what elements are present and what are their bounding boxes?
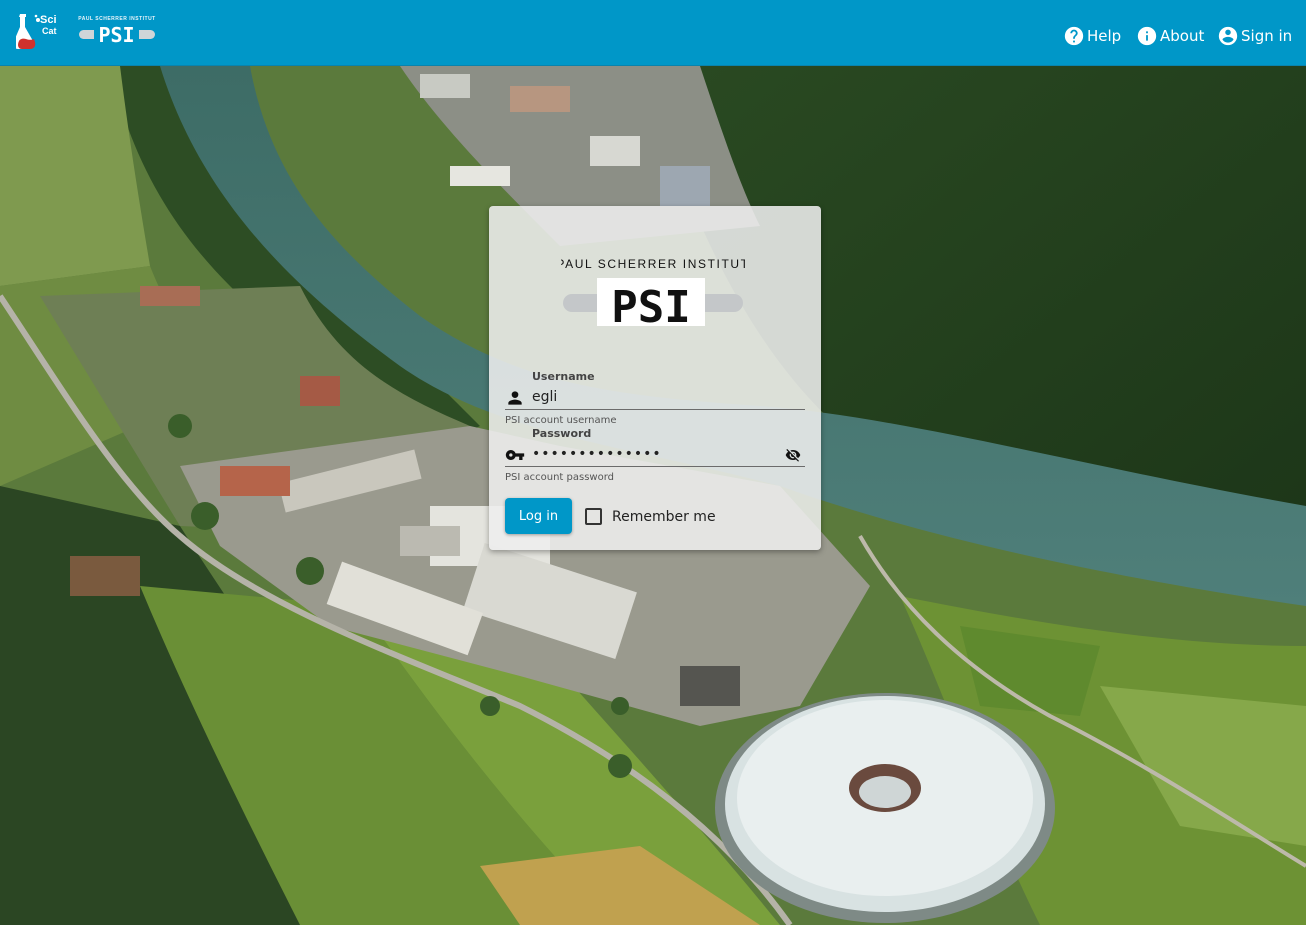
svg-text:PAUL SCHERRER INSTITUT: PAUL SCHERRER INSTITUT: [78, 16, 155, 22]
password-underline: [505, 466, 805, 467]
key-icon: [505, 450, 525, 460]
username-label: Username: [532, 370, 595, 383]
svg-text:PAUL SCHERRER INSTITUT: PAUL SCHERRER INSTITUT: [561, 258, 745, 271]
svg-text:PSI: PSI: [98, 23, 134, 47]
help-button[interactable]: Help: [1063, 22, 1121, 50]
info-circle-icon: [1137, 26, 1157, 46]
log-in-button[interactable]: Log in: [505, 498, 572, 534]
psi-logo: PAUL SCHERRER INSTITUT PSI: [561, 258, 745, 328]
username-input[interactable]: [532, 389, 772, 405]
app-toolbar: Sci Cat PAUL SCHERRER INSTITUT PSI Help …: [0, 0, 1306, 66]
visibility-off-icon[interactable]: [785, 447, 801, 463]
username-field[interactable]: Username PSI account username: [505, 370, 805, 428]
svg-text:PSI: PSI: [611, 282, 690, 328]
sign-in-label: Sign in: [1241, 27, 1293, 45]
username-hint: PSI account username: [505, 415, 617, 426]
account-circle-icon: [1218, 26, 1238, 46]
password-input[interactable]: [532, 446, 772, 462]
psi-header-logo: PAUL SCHERRER INSTITUT PSI: [78, 16, 155, 47]
help-label: Help: [1087, 27, 1122, 45]
checkbox-box[interactable]: [585, 508, 602, 525]
login-card: PAUL SCHERRER INSTITUT PSI Username PSI …: [489, 206, 821, 550]
password-field[interactable]: Password PSI account password: [505, 427, 805, 485]
username-underline: [505, 409, 805, 410]
about-label: About: [1160, 27, 1205, 45]
password-label: Password: [532, 427, 592, 440]
about-button[interactable]: About: [1136, 22, 1204, 50]
help-circle-icon: [1064, 26, 1084, 46]
svg-text:Sci: Sci: [40, 14, 57, 26]
password-hint: PSI account password: [505, 472, 614, 483]
scicat-logo[interactable]: Sci Cat: [16, 11, 60, 53]
sign-in-button[interactable]: Sign in: [1217, 22, 1292, 50]
remember-me-checkbox[interactable]: Remember me: [585, 508, 716, 525]
svg-text:Cat: Cat: [42, 26, 57, 36]
remember-me-label: Remember me: [612, 508, 716, 525]
person-icon: [508, 391, 522, 405]
